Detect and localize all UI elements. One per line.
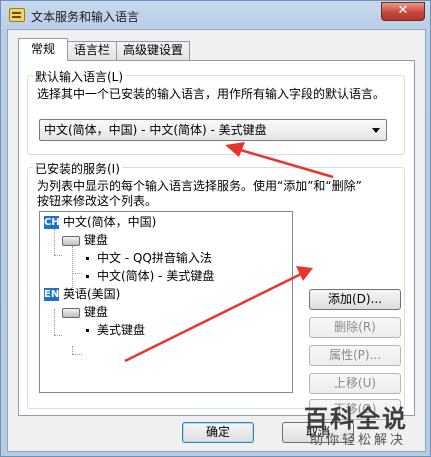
tree-node-language-english[interactable]: EN 英语(美国)	[44, 285, 120, 303]
bullet-icon	[86, 257, 89, 260]
keyboard-item-label: 美式键盘	[97, 323, 146, 337]
keyboard-group-label: 键盘	[84, 233, 109, 247]
tab-general[interactable]: 常规	[18, 38, 68, 61]
language-label: 英语(美国)	[63, 287, 121, 301]
language-badge: CH	[44, 216, 60, 229]
bullet-icon	[86, 275, 89, 278]
dialog-body: 常规 语言栏 高级键设置 默认输入语言(L) 选择其中一个已安装的输入语言，用作…	[7, 29, 426, 452]
watermark-logo: 百科全说 助你轻松解决	[304, 399, 424, 451]
keyboard-icon	[62, 307, 80, 318]
default-language-value: 中文(简体，中国) - 中文(简体) - 美式键盘	[44, 123, 267, 137]
window-title: 文本服务和输入语言	[31, 10, 140, 24]
default-language-description: 选择其中一个已安装的输入语言，用作所有输入字段的默认语言。	[37, 87, 386, 101]
tree-node-language-chinese[interactable]: CH 中文(简体，中国)	[44, 213, 156, 231]
title-bar[interactable]: 文本服务和输入语言 ✕	[1, 1, 430, 29]
ok-button[interactable]: 确定	[182, 422, 254, 443]
language-label: 中文(简体，中国)	[63, 215, 157, 229]
language-badge: EN	[44, 288, 60, 301]
keyboard-item-label: 中文(简体) - 美式键盘	[97, 269, 215, 283]
tree-connector	[72, 354, 82, 355]
keyboard-icon	[62, 235, 80, 246]
tree-connector	[54, 255, 62, 256]
tree-connector	[54, 229, 55, 255]
close-button[interactable]: ✕	[381, 2, 425, 21]
keyboard-app-icon	[9, 8, 25, 22]
add-button[interactable]: 添加(D)...	[309, 289, 401, 310]
keyboard-group-label: 键盘	[84, 305, 109, 319]
tab-advanced-key-settings[interactable]: 高级键设置	[116, 41, 190, 60]
tab-language-bar[interactable]: 语言栏	[67, 41, 117, 60]
remove-button[interactable]: 删除(R)	[309, 317, 401, 338]
installed-services-label: 已安装的服务(I)	[33, 160, 122, 177]
tree-connector	[72, 346, 73, 354]
tree-connector	[72, 273, 82, 274]
move-up-button[interactable]: 上移(U)	[309, 373, 401, 394]
tree-connector	[54, 335, 62, 336]
dialog-window: 文本服务和输入语言 ✕ 常规 语言栏 高级键设置 默认输入语言(L) 选择其中一…	[0, 0, 431, 457]
tree-connector	[54, 309, 55, 335]
default-language-select[interactable]: 中文(简体，中国) - 中文(简体) - 美式键盘	[39, 119, 387, 141]
bullet-icon	[86, 329, 89, 332]
tree-node-keyboard-group[interactable]: 键盘	[62, 303, 108, 321]
tree-node-keyboard-item[interactable]: 中文(简体) - 美式键盘	[86, 267, 214, 285]
properties-button[interactable]: 属性(P)...	[309, 345, 401, 366]
tree-node-keyboard-item[interactable]: 中文 - QQ拼音输入法	[86, 249, 212, 267]
watermark-subtitle: 助你轻松解决	[310, 433, 407, 448]
installed-services-tree[interactable]: CH 中文(简体，中国) 键盘 中文 - QQ拼音输入法 中文(简体) - 美式键…	[39, 211, 293, 393]
installed-services-description: 为列表中显示的每个输入语言选择服务。使用“添加”和“删除”	[37, 179, 362, 193]
default-language-label: 默认输入语言(L)	[33, 68, 126, 85]
tree-node-keyboard-group[interactable]: 键盘	[62, 231, 108, 249]
tree-node-keyboard-item[interactable]: 美式键盘	[86, 321, 145, 339]
keyboard-item-label: 中文 - QQ拼音输入法	[97, 251, 212, 265]
installed-services-description-2: 按钮来修改这个列表。	[37, 194, 158, 208]
general-tab-panel: 默认输入语言(L) 选择其中一个已安装的输入语言，用作所有输入字段的默认语言。 …	[18, 60, 415, 420]
chevron-down-icon[interactable]	[372, 128, 380, 133]
